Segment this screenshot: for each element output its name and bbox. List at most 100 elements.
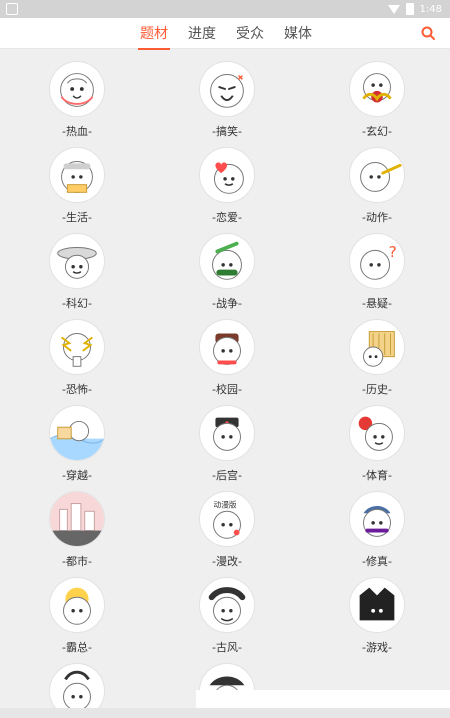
ba-zong-icon	[63, 587, 91, 625]
genre-item-zhan-zheng[interactable]: -战争-	[182, 226, 272, 312]
genre-item-re-xue[interactable]: -热血-	[32, 54, 122, 140]
li-shi-icon	[363, 331, 395, 367]
genre-label: -都市-	[62, 555, 92, 568]
ti-yu-avatar	[349, 405, 405, 461]
status-app-icon	[6, 3, 18, 15]
genre-label: -生活-	[62, 211, 92, 224]
genre-label: -战争-	[212, 297, 242, 310]
genre-item-xuan-huan[interactable]: -玄幻-	[332, 54, 422, 140]
genre-label: -热血-	[62, 125, 92, 138]
top-navigation: 题材 进度 受众 媒体	[0, 18, 450, 50]
genre-item-xuan-yi[interactable]: ? -悬疑-	[332, 226, 422, 312]
man-gai-icon-text: 动漫版	[214, 499, 237, 509]
ba-zong-avatar	[49, 577, 105, 633]
genre-label: -体育-	[362, 469, 392, 482]
genre-item-ba-zong[interactable]: -霸总-	[32, 570, 122, 656]
re-xue-avatar	[49, 61, 105, 117]
genre-label: -霸总-	[62, 641, 92, 654]
genre-item-hou-gong[interactable]: -后宫-	[182, 398, 272, 484]
gao-xiao-avatar	[199, 61, 255, 117]
xiao-yuan-avatar	[199, 319, 255, 375]
category-tabs: 题材 进度 受众 媒体	[138, 18, 314, 50]
dong-zuo-icon	[360, 161, 402, 192]
kong-bu-avatar	[49, 319, 105, 375]
bottom-strip	[0, 708, 450, 718]
gao-xiao-icon	[210, 74, 244, 108]
zhan-zheng-icon	[212, 241, 242, 280]
genre-label: -搞笑-	[212, 125, 242, 138]
genre-grid: -热血- -搞笑- -玄幻- -生活- -恋爱- -动作- -科幻- -战争- …	[0, 48, 450, 718]
chuan-yue-avatar	[49, 405, 105, 461]
tab-theme[interactable]: 题材	[138, 23, 170, 50]
genre-label: -玄幻-	[362, 125, 392, 138]
genre-item-li-shi[interactable]: -历史-	[332, 312, 422, 398]
you-xi-icon	[359, 587, 395, 621]
xiao-yuan-icon	[213, 333, 241, 365]
status-right: 1:48	[387, 2, 442, 16]
man-gai-icon: 动漫版	[213, 499, 241, 539]
tab-progress[interactable]: 进度	[186, 23, 218, 43]
genre-item-xiu-zhen[interactable]: -修真-	[332, 484, 422, 570]
you-xi-avatar	[349, 577, 405, 633]
genre-item-gao-xiao[interactable]: -搞笑-	[182, 54, 272, 140]
genre-label: -历史-	[362, 383, 392, 396]
genre-item-you-xi[interactable]: -游戏-	[332, 570, 422, 656]
genre-item-du-shi[interactable]: -都市-	[32, 484, 122, 570]
li-shi-avatar	[349, 319, 405, 375]
lian-ai-avatar	[199, 147, 255, 203]
sheng-huo-icon	[61, 161, 93, 193]
genre-label: -恐怖-	[62, 383, 92, 396]
chuan-yue-icon	[50, 420, 104, 460]
status-time: 1:48	[419, 3, 442, 15]
genre-label: -漫改-	[212, 555, 242, 568]
xuan-yi-icon: ?	[360, 243, 397, 280]
du-shi-icon	[50, 492, 104, 546]
genre-item-kong-bu[interactable]: -恐怖-	[32, 312, 122, 398]
genre-item-sheng-huo[interactable]: -生活-	[32, 140, 122, 226]
ti-yu-icon	[358, 416, 393, 451]
gu-feng-avatar	[199, 577, 255, 633]
re-xue-icon	[60, 73, 94, 107]
genre-label: -动作-	[362, 211, 392, 224]
genre-item-dong-zuo[interactable]: -动作-	[332, 140, 422, 226]
genre-label: -后宫-	[212, 469, 242, 482]
zhan-zheng-avatar	[199, 233, 255, 289]
dong-zuo-avatar	[349, 147, 405, 203]
xuan-huan-icon	[362, 73, 392, 103]
genre-item-chuan-yue[interactable]: -穿越-	[32, 398, 122, 484]
hou-gong-avatar	[199, 405, 255, 461]
xiu-zhen-icon	[363, 505, 391, 537]
gu-feng-icon	[208, 587, 246, 625]
search-button[interactable]	[420, 25, 436, 41]
tab-audience[interactable]: 受众	[234, 23, 266, 43]
svg-text:?: ?	[389, 243, 397, 261]
ke-huan-icon	[57, 247, 97, 279]
genre-item-man-gai[interactable]: 动漫版 -漫改-	[182, 484, 272, 570]
genre-grid-container: -热血- -搞笑- -玄幻- -生活- -恋爱- -动作- -科幻- -战争- …	[0, 48, 450, 718]
sheng-huo-avatar	[49, 147, 105, 203]
genre-label: -校园-	[212, 383, 242, 396]
status-bar: 1:48	[0, 0, 450, 18]
genre-label: -科幻-	[62, 297, 92, 310]
lian-ai-icon	[213, 162, 244, 194]
du-shi-avatar	[49, 491, 105, 547]
genre-item-lian-ai[interactable]: -恋爱-	[182, 140, 272, 226]
man-gai-avatar: 动漫版	[199, 491, 255, 547]
genre-label: -修真-	[362, 555, 392, 568]
genre-label: -游戏-	[362, 641, 392, 654]
genre-label: -古风-	[212, 641, 242, 654]
genre-label: -恋爱-	[212, 211, 242, 224]
search-icon	[421, 26, 435, 40]
genre-item-gu-feng[interactable]: -古风-	[182, 570, 272, 656]
battery-icon	[405, 3, 414, 15]
genre-item-ti-yu[interactable]: -体育-	[332, 398, 422, 484]
xuan-yi-avatar: ?	[349, 233, 405, 289]
ke-huan-avatar	[49, 233, 105, 289]
genre-item-ke-huan[interactable]: -科幻-	[32, 226, 122, 312]
wifi-icon	[387, 4, 400, 14]
tab-media[interactable]: 媒体	[282, 23, 314, 43]
genre-item-xiao-yuan[interactable]: -校园-	[182, 312, 272, 398]
kong-bu-icon	[60, 333, 94, 367]
genre-label: -悬疑-	[362, 297, 392, 310]
xiu-zhen-avatar	[349, 491, 405, 547]
